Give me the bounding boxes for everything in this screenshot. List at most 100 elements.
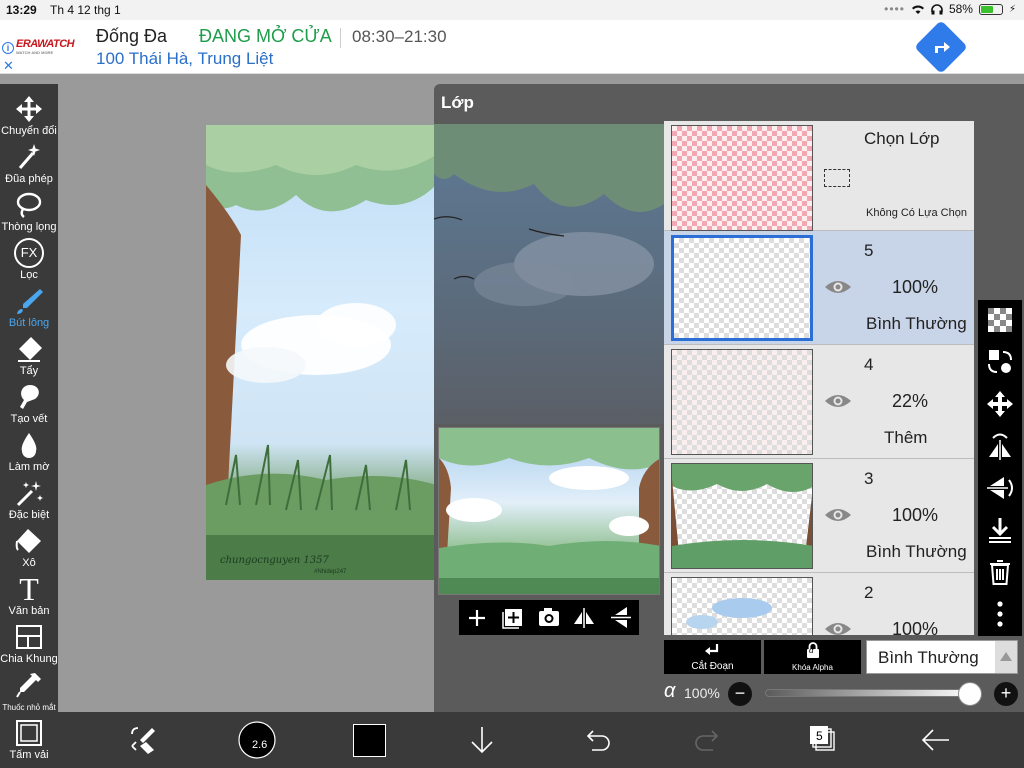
tool-brush[interactable]: Bút lông bbox=[0, 284, 58, 332]
camera-button[interactable] bbox=[531, 600, 567, 635]
flip-horizontal-button[interactable] bbox=[567, 600, 603, 635]
opacity-slider-handle[interactable] bbox=[958, 682, 982, 706]
opacity-increase-button[interactable]: + bbox=[994, 682, 1018, 706]
add-layer-button[interactable] bbox=[459, 600, 495, 635]
special-icon bbox=[16, 481, 43, 507]
blend-mode-dropdown-arrow[interactable] bbox=[995, 641, 1017, 673]
transparent-fill-button[interactable] bbox=[984, 304, 1016, 336]
preview-toolbar bbox=[459, 600, 639, 635]
tool-transform[interactable]: Chuyển đổi bbox=[0, 92, 58, 140]
primary-color-button[interactable] bbox=[350, 720, 390, 760]
alpha-symbol: α bbox=[664, 680, 676, 702]
layer-row[interactable]: 3 100% Bình Thường bbox=[664, 459, 974, 573]
duplicate-layer-button[interactable] bbox=[495, 600, 531, 635]
eye-icon[interactable] bbox=[824, 505, 852, 525]
add-copy-icon bbox=[502, 609, 522, 629]
flip-vertical-icon bbox=[611, 607, 631, 628]
lasso-icon bbox=[16, 192, 42, 218]
tool-filter[interactable]: FX Lọc bbox=[0, 236, 58, 284]
ad-close-icon[interactable]: ✕ bbox=[3, 58, 14, 74]
layers-button[interactable]: 5 bbox=[802, 720, 842, 760]
layer-opacity: 100% bbox=[892, 505, 939, 525]
eye-icon[interactable] bbox=[824, 277, 852, 297]
tool-special[interactable]: Đặc biệt bbox=[0, 476, 58, 524]
opacity-value: 100% bbox=[684, 685, 720, 701]
eye-icon[interactable] bbox=[824, 391, 852, 411]
ad-directions-button[interactable] bbox=[914, 20, 968, 74]
tool-label: Làm mờ bbox=[8, 461, 50, 473]
tool-smudge[interactable]: Tạo vết bbox=[0, 380, 58, 428]
ad-open-status: ĐANG MỞ CỬA bbox=[199, 26, 332, 46]
ad-address: 100 Thái Hà, Trung Liệt bbox=[96, 49, 274, 68]
clipping-button[interactable]: Cắt Đoạn bbox=[664, 640, 761, 674]
merge-down-button[interactable] bbox=[984, 514, 1016, 546]
ad-banner[interactable]: i ✕ ERAWATCH WATCH AND MORE Đống Đa ĐANG … bbox=[0, 20, 1024, 74]
quick-swap-button[interactable] bbox=[124, 720, 164, 760]
tool-label: Đũa phép bbox=[5, 173, 53, 185]
tool-label: Thòng lọng bbox=[1, 221, 57, 233]
tool-label: Bút lông bbox=[8, 317, 50, 329]
tool-eyedropper[interactable]: Thuốc nhỏ mắt bbox=[0, 668, 58, 716]
undo-icon bbox=[586, 730, 610, 751]
blend-mode-select[interactable]: Bình Thường bbox=[866, 640, 1018, 674]
thumbnail-illustration bbox=[439, 428, 659, 594]
selection-layer-thumbnail bbox=[671, 125, 813, 231]
canvas-icon bbox=[16, 720, 42, 746]
transform-layer-button[interactable] bbox=[984, 346, 1016, 378]
magic-wand-icon bbox=[18, 144, 40, 169]
selection-layer-row[interactable]: Chọn Lớp Không Có Lựa Chọn bbox=[664, 121, 974, 231]
tool-label: Văn bản bbox=[8, 605, 50, 617]
status-time: 13:29 bbox=[6, 3, 37, 17]
merge-down-icon bbox=[989, 518, 1011, 543]
arrow-left-icon bbox=[921, 729, 949, 751]
layer-blend-mode: Thêm bbox=[884, 428, 928, 447]
tool-lasso[interactable]: Thòng lọng bbox=[0, 188, 58, 236]
flip-layer-horizontal-button[interactable] bbox=[984, 430, 1016, 462]
eye-icon[interactable] bbox=[824, 619, 852, 635]
frame-divide-icon bbox=[16, 625, 42, 649]
delete-layer-button[interactable] bbox=[984, 556, 1016, 588]
wifi-icon bbox=[911, 5, 924, 14]
tool-magic-wand[interactable]: Đũa phép bbox=[0, 140, 58, 188]
layer-2-preview bbox=[686, 598, 772, 629]
clip-arrow-icon bbox=[705, 644, 719, 655]
layer-thumbnail bbox=[671, 349, 813, 455]
undo-button[interactable] bbox=[576, 720, 616, 760]
layer-side-toolbar bbox=[978, 300, 1022, 636]
flip-layer-vertical-button[interactable] bbox=[984, 472, 1016, 504]
layer-panel: Lớp Chọn Lớp Không Có Lựa Chọn 5 100% Bì… bbox=[434, 84, 1024, 712]
brush-size-button[interactable]: 2.6 bbox=[237, 720, 277, 760]
preview-illustration bbox=[434, 124, 664, 306]
artwork-illustration bbox=[206, 125, 436, 580]
thumbnail-preview[interactable] bbox=[438, 427, 660, 595]
text-icon: T bbox=[19, 571, 39, 607]
tool-blur[interactable]: Làm mờ bbox=[0, 428, 58, 476]
layer-list[interactable]: Chọn Lớp Không Có Lựa Chọn 5 100% Bình T… bbox=[664, 121, 974, 635]
tool-bucket[interactable]: Xô bbox=[0, 524, 58, 572]
tool-canvas[interactable]: Tấm vải bbox=[0, 716, 58, 764]
opacity-slider[interactable] bbox=[765, 689, 973, 697]
back-button[interactable] bbox=[916, 720, 956, 760]
artwork-canvas[interactable]: chungocnguyen 1357 #Nhidep247 bbox=[206, 125, 436, 580]
move-icon bbox=[987, 391, 1013, 417]
tool-label: Đặc biệt bbox=[8, 509, 50, 521]
more-vertical-icon bbox=[997, 601, 1003, 627]
alpha-lock-button[interactable]: α Khóa Alpha bbox=[764, 640, 861, 674]
tool-text[interactable]: T Văn bản bbox=[0, 572, 58, 620]
flip-horizontal-icon bbox=[574, 608, 594, 628]
move-layer-button[interactable] bbox=[984, 388, 1016, 420]
layer-row[interactable]: 2 100% bbox=[664, 573, 974, 635]
tool-frame-divider[interactable]: Chia Khung bbox=[0, 620, 58, 668]
tool-eraser[interactable]: Tẩy bbox=[0, 332, 58, 380]
signal-dots-icon: •••• bbox=[884, 2, 905, 16]
more-options-button[interactable] bbox=[984, 598, 1016, 630]
ad-info-icon[interactable]: i bbox=[2, 42, 14, 54]
download-layer-button[interactable] bbox=[462, 720, 502, 760]
flip-vertical-button[interactable] bbox=[603, 600, 639, 635]
layer-row[interactable]: 5 100% Bình Thường bbox=[664, 231, 974, 345]
ad-store-name: Đống Đa bbox=[96, 26, 168, 46]
layer-row[interactable]: 4 22% Thêm bbox=[664, 345, 974, 459]
opacity-row: α 100% − + bbox=[664, 680, 1024, 708]
redo-button[interactable] bbox=[689, 720, 729, 760]
opacity-decrease-button[interactable]: − bbox=[728, 682, 752, 706]
